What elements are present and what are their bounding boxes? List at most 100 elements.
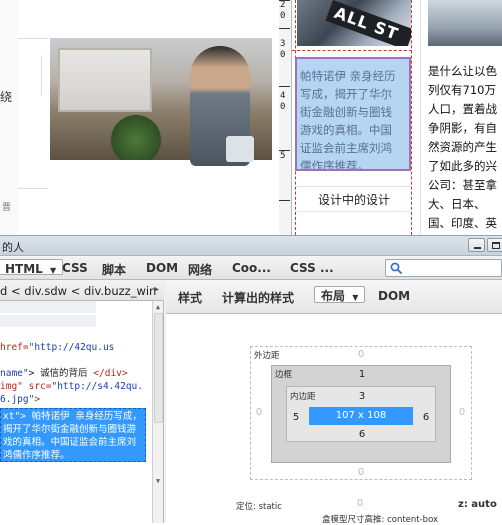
border-label: 边框 — [275, 370, 293, 380]
dropdown-arrow-icon: ▼ — [50, 266, 57, 275]
layout-pane: 外边距 0 0 0 0 边框 1 内边距 3 5 6 6 107 x 108 0… — [166, 314, 502, 525]
code-token: img" src= — [0, 381, 52, 392]
box-sizing-info: 盒模型尺寸高推: content-box — [322, 515, 439, 525]
vertical-ruler: 2 0 3 0 4 0 5 — [279, 0, 292, 235]
dropdown-arrow-icon: ▼ — [352, 293, 359, 302]
padding-left-value[interactable]: 5 — [291, 412, 301, 423]
code-token: href= — [0, 342, 29, 353]
photo-background — [58, 48, 152, 112]
breadcrumb-more-icon[interactable]: ▸ — [154, 284, 159, 295]
minimize-button[interactable] — [468, 238, 485, 252]
ruler-label: 0 — [280, 11, 286, 21]
padding-right-value[interactable]: 6 — [421, 412, 431, 423]
scrollbar[interactable]: ▲ ▼ — [152, 301, 163, 523]
padding-top-value[interactable]: 3 — [356, 391, 368, 402]
left-fragment-text: 晋 — [2, 203, 12, 213]
code-token: name" — [0, 368, 29, 379]
window-title: 的人 — [2, 241, 24, 254]
tab-cookies[interactable]: Coo... — [232, 261, 271, 275]
book-cover-image[interactable] — [428, 0, 502, 46]
book-title-link[interactable]: 设计中的设计 — [297, 186, 411, 212]
padding-bottom-value[interactable]: 6 — [356, 429, 368, 440]
tab-html[interactable]: HTML ▼ — [0, 259, 64, 276]
ruler-label: 5 — [280, 151, 286, 161]
code-token: > 诚信的背后 — [28, 368, 94, 379]
zindex-info: z: auto — [458, 499, 497, 510]
book-description: 帕特诺伊 亲身经历写成，揭开了华尔街金融创新与圈钱游戏的真相。中国证监会前主席刘… — [300, 69, 396, 171]
minimize-icon — [474, 247, 481, 249]
guide-line — [292, 50, 412, 51]
code-token: 6.jpg" — [0, 394, 35, 405]
code-line[interactable]: name"> 诚信的背后 </div> — [0, 367, 128, 380]
ruler-label: 0 — [280, 102, 286, 112]
breadcrumb-separator: < — [10, 284, 21, 298]
margin-left-value[interactable]: 0 — [254, 407, 264, 418]
tab-dom[interactable]: DOM — [146, 261, 178, 275]
offset-bottom-value: 0 — [356, 498, 364, 509]
maximize-icon — [492, 242, 500, 249]
tab-network[interactable]: 网络 — [188, 261, 212, 278]
devtools-toolbar: HTML ▼ CSS 脚本 DOM 网络 Coo... CSS ... — [0, 256, 502, 280]
tab-label: HTML — [5, 262, 43, 276]
code-token: > — [34, 394, 41, 405]
position-info: 定位: static — [236, 502, 282, 512]
ruler-label: 4 — [280, 91, 286, 101]
photo-plant — [108, 110, 164, 160]
search-input[interactable] — [385, 259, 502, 277]
breadcrumb-item[interactable]: d — [0, 284, 7, 298]
code-token: "http://s4.42qu. — [51, 381, 143, 392]
border-box: 边框 1 内边距 3 5 6 6 107 x 108 — [271, 365, 451, 463]
scrollbar-thumb[interactable] — [154, 313, 163, 423]
inspected-element-highlight[interactable]: 帕特诺伊 亲身经历写成，揭开了华尔街金融创新与圈钱游戏的真相。中国证监会前主席刘… — [295, 57, 411, 171]
code-line-bg — [0, 315, 96, 327]
code-line-bg — [0, 301, 96, 313]
code-line[interactable]: img" src="http://s4.42qu. — [0, 380, 143, 393]
border-top-value[interactable]: 1 — [356, 369, 368, 380]
chevron-divider — [28, 55, 42, 105]
code-token: "http://42qu.us — [28, 342, 115, 353]
selected-code-line[interactable]: xt"> 帕特诺伊 亲身经历写成，揭开了华尔街金融创新与圈钱游戏的真相。中国证监… — [0, 408, 146, 462]
book-cover-image[interactable]: ALL ST — [297, 0, 411, 46]
book-description: 是什么让以色列仅有710万人口，置着战争阴影，有自然资源的产生了如此多的兴公司：… — [428, 64, 497, 230]
ruler-label: 3 — [280, 39, 286, 49]
code-line[interactable]: 6.jpg"> — [0, 393, 40, 406]
code-token: </div> — [93, 368, 128, 379]
padding-box: 内边距 3 5 6 6 107 x 108 — [286, 386, 436, 442]
tab-computed[interactable]: 计算出的样式 — [222, 289, 294, 306]
tab-layout[interactable]: 布局 ▼ — [314, 286, 366, 303]
tab-label: 布局 — [321, 289, 346, 303]
margin-box: 外边距 0 0 0 0 边框 1 内边距 3 5 6 6 107 x 108 — [250, 346, 472, 480]
divider — [420, 0, 421, 235]
guide-line — [411, 0, 412, 235]
breadcrumb-trail: d < div.sdw < div.buzz_win — [0, 284, 156, 298]
tab-css-more[interactable]: CSS ... — [290, 261, 334, 275]
margin-top-value[interactable]: 0 — [355, 349, 367, 360]
devtools-titlebar: 的人 — [0, 236, 502, 256]
html-source-pane[interactable]: href="http://42qu.us name"> 诚信的背后 </div>… — [0, 301, 164, 523]
content-box[interactable]: 107 x 108 — [309, 407, 413, 425]
devtools-panel: 的人 HTML ▼ CSS 脚本 DOM 网络 Coo... CSS ... d — [0, 235, 502, 525]
code-line[interactable]: href="http://42qu.us — [0, 341, 114, 354]
breadcrumb-separator: < — [70, 284, 81, 298]
side-panel-tabs: 样式 计算出的样式 布局 ▼ DOM — [166, 280, 502, 314]
scroll-down-icon[interactable]: ▼ — [154, 477, 162, 485]
ruler-label: 2 — [280, 0, 286, 10]
padding-label: 内边距 — [290, 392, 316, 402]
ruler-label: 0 — [280, 50, 286, 60]
search-icon — [390, 262, 403, 275]
webpage-viewport: 绕 晋 2 0 3 0 4 0 5 ALL ST 帕特诺伊 亲身经历写成，揭开了… — [0, 0, 502, 235]
scroll-up-icon[interactable]: ▲ — [154, 303, 162, 311]
breadcrumb-item[interactable]: div.sdw — [24, 284, 67, 298]
margin-bottom-value[interactable]: 0 — [355, 467, 367, 478]
breadcrumb-item[interactable]: div.buzz_win — [84, 284, 156, 298]
breadcrumb: d < div.sdw < div.buzz_win ▸ — [0, 280, 164, 301]
tab-css[interactable]: CSS — [62, 261, 88, 275]
street-sign: ALL ST — [325, 0, 411, 46]
margin-label: 外边距 — [254, 351, 280, 361]
tab-dom-side[interactable]: DOM — [378, 289, 410, 303]
tab-styles[interactable]: 样式 — [178, 289, 202, 306]
product-photo[interactable] — [50, 38, 272, 166]
margin-right-value[interactable]: 0 — [457, 407, 467, 418]
tab-script[interactable]: 脚本 — [102, 261, 126, 278]
maximize-button[interactable] — [487, 238, 502, 252]
